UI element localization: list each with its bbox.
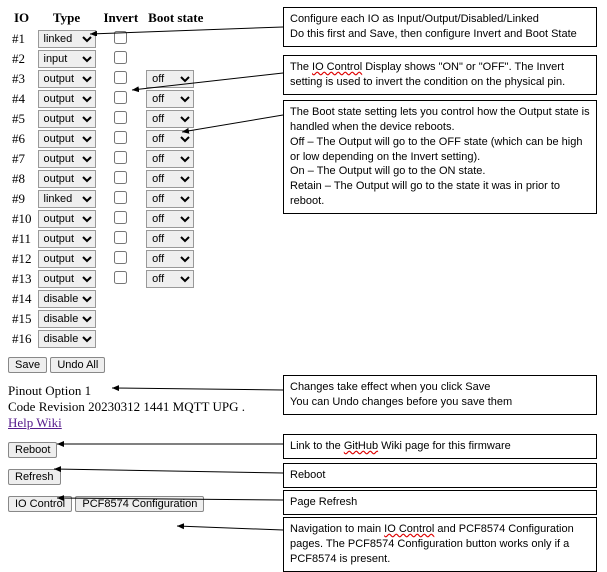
type-select[interactable]: disabled (38, 290, 96, 308)
callout-save-undo: Changes take effect when you click Save … (283, 375, 597, 415)
table-row: #6output off (10, 130, 207, 148)
bootstate-select[interactable]: off (146, 110, 194, 128)
row-id: #3 (10, 70, 34, 88)
callout-help-wiki: Link to the GitHub Wiki page for this fi… (283, 434, 597, 459)
type-select[interactable]: output (38, 150, 96, 168)
type-select[interactable]: output (38, 230, 96, 248)
row-id: #8 (10, 170, 34, 188)
invert-checkbox[interactable] (114, 251, 127, 264)
invert-checkbox[interactable] (114, 111, 127, 124)
table-row: #11output off (10, 230, 207, 248)
invert-checkbox[interactable] (114, 191, 127, 204)
bootstate-select[interactable]: off (146, 90, 194, 108)
table-row: #10output off (10, 210, 207, 228)
bootstate-select[interactable]: off (146, 170, 194, 188)
row-id: #7 (10, 150, 34, 168)
col-boot: Boot state (144, 10, 207, 28)
table-row: #12output off (10, 250, 207, 268)
col-io: IO (10, 10, 34, 28)
callout-configure-io: Configure each IO as Input/Output/Disabl… (283, 7, 597, 47)
row-id: #15 (10, 310, 34, 328)
invert-checkbox[interactable] (114, 211, 127, 224)
callout-invert: The IO Control Display shows "ON" or "OF… (283, 55, 597, 95)
help-wiki-link[interactable]: Help Wiki (8, 415, 62, 430)
invert-checkbox[interactable] (114, 131, 127, 144)
col-type: Type (36, 10, 98, 28)
table-row: #15disabled (10, 310, 207, 328)
type-select[interactable]: input (38, 50, 96, 68)
table-row: #1linked (10, 30, 207, 48)
row-id: #4 (10, 90, 34, 108)
type-select[interactable]: output (38, 130, 96, 148)
bootstate-select[interactable]: off (146, 270, 194, 288)
row-id: #1 (10, 30, 34, 48)
bootstate-select[interactable]: off (146, 70, 194, 88)
row-id: #12 (10, 250, 34, 268)
type-select[interactable]: output (38, 210, 96, 228)
table-row: #7output off (10, 150, 207, 168)
type-select[interactable]: disabled (38, 330, 96, 348)
type-select[interactable]: output (38, 70, 96, 88)
pcf8574-config-button[interactable]: PCF8574 Configuration (75, 496, 204, 512)
io-control-button[interactable]: IO Control (8, 496, 72, 512)
invert-checkbox[interactable] (114, 71, 127, 84)
io-table: IO Type Invert Boot state #1linked#2inpu… (8, 8, 209, 350)
table-row: #9linked off (10, 190, 207, 208)
save-button[interactable]: Save (8, 357, 47, 373)
bootstate-select[interactable]: off (146, 210, 194, 228)
callout-refresh: Page Refresh (283, 490, 597, 515)
invert-checkbox[interactable] (114, 91, 127, 104)
type-select[interactable]: disabled (38, 310, 96, 328)
table-row: #2input (10, 50, 207, 68)
refresh-button[interactable]: Refresh (8, 469, 61, 485)
bootstate-select[interactable]: off (146, 230, 194, 248)
table-row: #16disabled (10, 330, 207, 348)
row-id: #11 (10, 230, 34, 248)
row-id: #6 (10, 130, 34, 148)
invert-checkbox[interactable] (114, 271, 127, 284)
bootstate-select[interactable]: off (146, 130, 194, 148)
type-select[interactable]: output (38, 90, 96, 108)
table-row: #8output off (10, 170, 207, 188)
type-select[interactable]: output (38, 110, 96, 128)
row-id: #14 (10, 290, 34, 308)
row-id: #13 (10, 270, 34, 288)
table-row: #14disabled (10, 290, 207, 308)
table-row: #5output off (10, 110, 207, 128)
invert-checkbox[interactable] (114, 51, 127, 64)
callout-bootstate: The Boot state setting lets you control … (283, 100, 597, 214)
invert-checkbox[interactable] (114, 231, 127, 244)
row-id: #16 (10, 330, 34, 348)
table-row: #13output off (10, 270, 207, 288)
col-invert: Invert (100, 10, 143, 28)
row-id: #2 (10, 50, 34, 68)
row-id: #10 (10, 210, 34, 228)
bootstate-select[interactable]: off (146, 250, 194, 268)
type-select[interactable]: output (38, 270, 96, 288)
type-select[interactable]: output (38, 170, 96, 188)
type-select[interactable]: linked (38, 30, 96, 48)
type-select[interactable]: linked (38, 190, 96, 208)
bootstate-select[interactable]: off (146, 190, 194, 208)
undo-all-button[interactable]: Undo All (50, 357, 105, 373)
invert-checkbox[interactable] (114, 151, 127, 164)
bootstate-select[interactable]: off (146, 150, 194, 168)
table-row: #4output off (10, 90, 207, 108)
row-id: #5 (10, 110, 34, 128)
invert-checkbox[interactable] (114, 31, 127, 44)
callout-reboot: Reboot (283, 463, 597, 488)
reboot-button[interactable]: Reboot (8, 442, 57, 458)
type-select[interactable]: output (38, 250, 96, 268)
callout-nav: Navigation to main IO Control and PCF857… (283, 517, 597, 572)
table-row: #3output off (10, 70, 207, 88)
invert-checkbox[interactable] (114, 171, 127, 184)
row-id: #9 (10, 190, 34, 208)
